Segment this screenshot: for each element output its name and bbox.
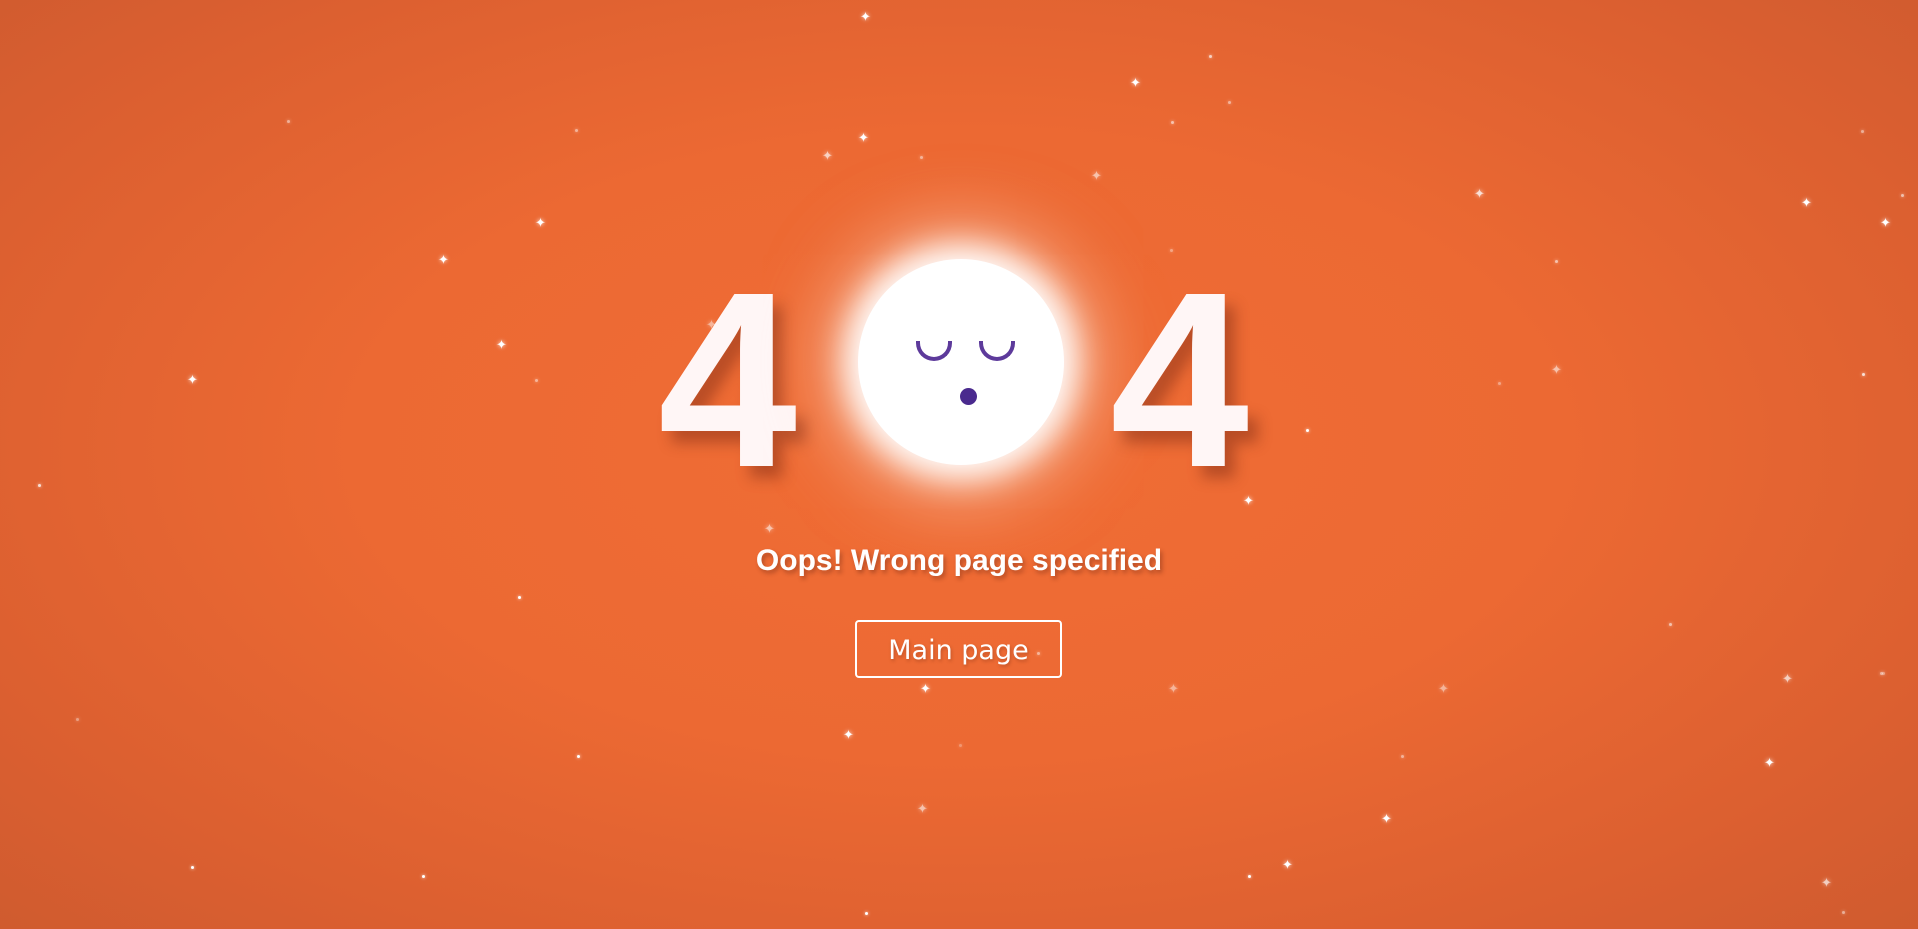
dot-star-icon (1228, 101, 1231, 104)
dot-star-icon (959, 744, 962, 747)
sparkle-star-icon: ✦ (496, 338, 507, 353)
dot-star-icon (1882, 672, 1885, 675)
dot-star-icon (1669, 623, 1672, 626)
sparkle-star-icon: ✦ (920, 682, 931, 697)
dot-star-icon (422, 875, 425, 878)
dot-star-icon (1248, 875, 1251, 878)
dot-star-icon (1842, 911, 1845, 914)
dot-star-icon (1901, 194, 1904, 197)
dot-star-icon (1555, 260, 1558, 263)
error-message: Oops! Wrong page specified (755, 544, 1163, 577)
dot-star-icon (38, 484, 41, 487)
sparkle-star-icon: ✦ (1282, 858, 1293, 873)
sparkle-star-icon: ✦ (1821, 876, 1832, 891)
sparkle-star-icon: ✦ (438, 253, 449, 268)
dot-star-icon (1498, 382, 1501, 385)
dot-star-icon (577, 755, 580, 758)
sparkle-star-icon: ✦ (1474, 187, 1485, 202)
sparkle-star-icon: ✦ (535, 216, 546, 231)
dot-star-icon (535, 379, 538, 382)
dot-star-icon (76, 718, 79, 721)
dot-star-icon (1209, 55, 1212, 58)
sparkle-star-icon: ✦ (1381, 812, 1392, 827)
sparkle-star-icon: ✦ (917, 802, 928, 817)
sparkle-star-icon: ✦ (843, 728, 854, 743)
dot-star-icon (1171, 121, 1174, 124)
mouth-icon (960, 388, 977, 405)
dot-star-icon (1862, 373, 1865, 376)
sparkle-star-icon: ✦ (187, 373, 198, 388)
error-code-digit-right: 4 (1110, 240, 1250, 519)
sparkle-star-icon: ✦ (1551, 363, 1562, 378)
dot-star-icon (1861, 130, 1864, 133)
error-code-digit-left: 4 (658, 240, 798, 519)
dot-star-icon (191, 866, 194, 869)
sparkle-star-icon: ✦ (764, 522, 775, 537)
sparkle-star-icon: ✦ (1764, 756, 1775, 771)
sparkle-star-icon: ✦ (1130, 76, 1141, 91)
sparkle-star-icon: ✦ (822, 149, 833, 164)
sparkle-star-icon: ✦ (1438, 682, 1449, 697)
sparkle-star-icon: ✦ (860, 10, 871, 25)
dot-star-icon (865, 912, 868, 915)
sparkle-star-icon: ✦ (1782, 672, 1793, 687)
dot-star-icon (575, 129, 578, 132)
sparkle-star-icon: ✦ (858, 131, 869, 146)
dot-star-icon (287, 120, 290, 123)
sleeping-moon-face-icon (858, 259, 1064, 465)
dot-star-icon (920, 156, 923, 159)
sparkle-star-icon: ✦ (1168, 682, 1179, 697)
dot-star-icon (518, 596, 521, 599)
dot-star-icon (1401, 755, 1404, 758)
sparkle-star-icon: ✦ (1091, 169, 1102, 184)
dot-star-icon (1306, 429, 1309, 432)
sparkle-star-icon: ✦ (1880, 216, 1891, 231)
main-page-button[interactable]: Main page (855, 620, 1062, 678)
sparkle-star-icon: ✦ (1801, 196, 1812, 211)
